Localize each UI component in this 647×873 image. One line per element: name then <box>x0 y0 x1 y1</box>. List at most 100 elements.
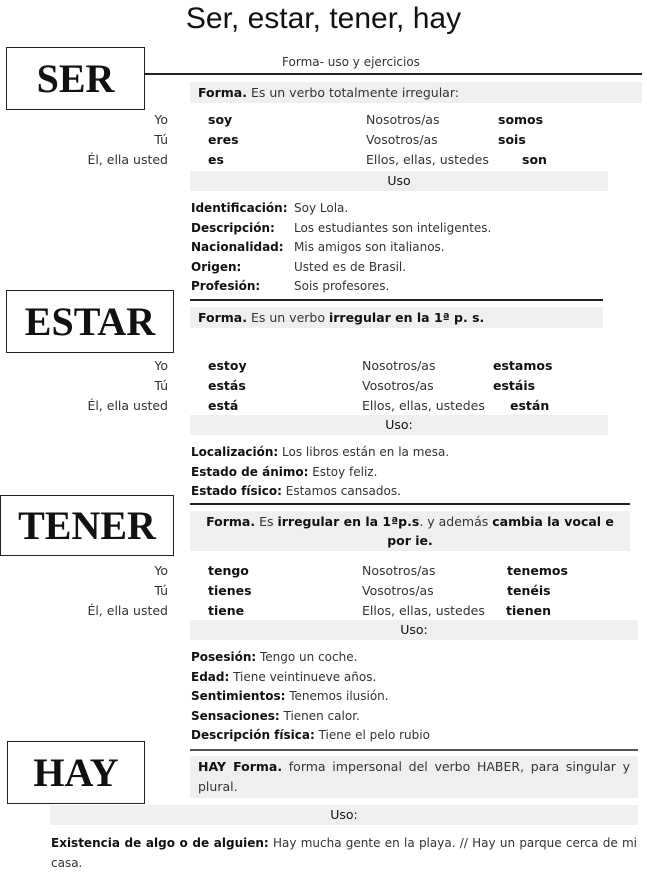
verb-form-plural: somos <box>498 112 544 127</box>
uso-item: Estado físico: Estamos cansados. <box>191 482 611 502</box>
uso-example: Tiene el pelo rubio <box>314 728 430 742</box>
verb-box-tener: TENER <box>0 495 174 556</box>
conjugation-row: Él, ella usted tiene Ellos, ellas, usted… <box>0 601 647 620</box>
uso-item: Existencia de algo o de alguien: Hay muc… <box>51 833 637 873</box>
conjugation-row: Tú tienes Vosotros/as tenéis <box>0 581 647 600</box>
uso-label: Edad: <box>191 669 230 684</box>
uso-list-tener: Posesión: Tengo un coche. Edad: Tiene ve… <box>191 648 631 746</box>
uso-example: Estamos cansados. <box>281 484 401 498</box>
verb-label-tener: TENER <box>18 503 156 548</box>
uso-label: Estado físico: <box>191 484 282 498</box>
uso-label: Identificación: <box>191 201 288 215</box>
uso-example: Soy Lola. <box>294 201 349 215</box>
conjugation-row: Tú eres Vosotros/as sois <box>0 130 647 149</box>
uso-list-ser: Identificación: Soy Lola. Descripción: Los… <box>191 199 611 297</box>
verb-form: soy <box>208 112 233 127</box>
verb-form: tiene <box>208 603 245 618</box>
uso-item: Sentimientos: Tenemos ilusión. <box>191 687 631 707</box>
pronoun-plural: Ellos, ellas, ustedes <box>366 152 489 167</box>
verb-form: estás <box>208 378 246 393</box>
pronoun: Tú <box>154 378 168 393</box>
pronoun: Tú <box>154 583 168 598</box>
pronoun: Él, ella usted <box>87 152 168 167</box>
forma-text: Es <box>255 514 278 529</box>
uso-item: Nacionalidad: Mis amigos son italianos. <box>191 238 611 258</box>
verb-label-hay: HAY <box>33 750 119 795</box>
forma-band-tener: Forma. Es irregular en la 1ªp.s. y ademá… <box>190 511 630 551</box>
conjugation-row: Tú estás Vosotros/as estáis <box>0 376 647 395</box>
verb-form-plural: están <box>510 398 550 413</box>
forma-band-estar: Forma. Es un verbo irregular en la 1ª p.… <box>190 307 603 328</box>
uso-band-estar: Uso: <box>190 415 608 435</box>
uso-label: Sensaciones: <box>191 708 280 723</box>
uso-example: Estoy feliz. <box>308 464 378 479</box>
uso-band-tener: Uso: <box>190 620 638 640</box>
section-divider <box>190 299 603 301</box>
verb-form: eres <box>208 132 239 147</box>
pronoun-plural: Ellos, ellas, ustedes <box>362 603 485 618</box>
verb-form: tienes <box>208 583 252 598</box>
uso-example: Tenemos ilusión. <box>285 689 389 703</box>
uso-label: Profesión: <box>191 279 261 293</box>
uso-example: Usted es de Brasil. <box>294 259 407 274</box>
conjugation-row: Yo estoy Nosotros/as estamos <box>0 356 647 375</box>
uso-band-hay: Uso: <box>50 805 638 825</box>
uso-label: Uso <box>387 173 411 188</box>
forma-text: Es un verbo totalmente irregular: <box>247 85 459 100</box>
uso-label: Origen: <box>191 259 242 274</box>
uso-label: Existencia de algo o de alguien: <box>51 836 269 850</box>
pronoun-plural: Nosotros/as <box>366 112 440 127</box>
forma-bold: irregular en la 1ª p. s. <box>328 310 485 325</box>
pronoun-plural: Vosotros/as <box>366 132 438 147</box>
forma-label: Forma. <box>198 85 247 100</box>
verb-label-estar: ESTAR <box>24 299 156 344</box>
verb-box-hay: HAY <box>7 741 145 804</box>
verb-box-ser: SER <box>6 47 145 110</box>
uso-list-estar: Localización: Los libros están en la mes… <box>191 443 611 502</box>
uso-band-ser: Uso <box>190 171 608 191</box>
uso-item: Posesión: Tengo un coche. <box>191 648 631 668</box>
verb-box-estar: ESTAR <box>6 290 174 353</box>
uso-label: Descripción: <box>191 220 275 235</box>
pronoun: Él, ella usted <box>87 398 168 413</box>
pronoun-plural: Ellos, ellas, ustedes <box>362 398 485 413</box>
page-title: Ser, estar, tener, hay <box>185 2 462 35</box>
pronoun-plural: Nosotros/as <box>362 563 436 578</box>
uso-item: Descripción física: Tiene el pelo rubio <box>191 726 631 746</box>
uso-item: Origen: Usted es de Brasil. <box>191 258 611 278</box>
verb-form: está <box>208 398 239 413</box>
section-divider <box>190 749 638 751</box>
uso-label: Uso: <box>385 417 413 432</box>
uso-label: Nacionalidad: <box>191 240 284 254</box>
verb-form-plural: tenéis <box>507 583 551 598</box>
verb-form-plural: tenemos <box>507 563 568 578</box>
uso-example: Tiene veintinueve años. <box>229 669 377 684</box>
conjugation-table-tener: Yo tengo Nosotros/as tenemos Tú tienes V… <box>0 561 647 621</box>
forma-band-hay: HAY Forma. forma impersonal del verbo HA… <box>190 756 638 798</box>
uso-example: Sois profesores. <box>294 279 390 293</box>
pronoun: Yo <box>154 358 168 373</box>
pronoun: Él, ella usted <box>87 603 168 618</box>
verb-form-plural: sois <box>498 132 526 147</box>
verb-form-plural: estamos <box>493 358 553 373</box>
conjugation-row: Yo soy Nosotros/as somos <box>0 110 647 129</box>
forma-band-ser: Forma. Es un verbo totalmente irregular: <box>190 82 642 103</box>
forma-text: . y además <box>419 514 493 529</box>
uso-item: Localización: Los libros están en la mes… <box>191 443 611 463</box>
forma-label: HAY Forma. <box>198 759 283 774</box>
conjugation-row: Él, ella usted está Ellos, ellas, ustede… <box>0 396 647 415</box>
uso-item: Estado de ánimo: Estoy feliz. <box>191 463 611 483</box>
section-divider <box>190 503 630 505</box>
section-divider <box>145 73 642 75</box>
uso-example: Los estudiantes son inteligentes. <box>294 220 492 235</box>
verb-form-plural: tienen <box>506 603 552 618</box>
forma-text: Es un verbo <box>247 310 329 325</box>
conjugation-row: Yo tengo Nosotros/as tenemos <box>0 561 647 580</box>
uso-label: Descripción física: <box>191 728 315 742</box>
pronoun: Yo <box>154 112 168 127</box>
conjugation-row: Él, ella usted es Ellos, ellas, ustedes … <box>0 150 647 169</box>
verb-form-plural: son <box>522 152 547 167</box>
uso-item: Profesión: Sois profesores. <box>191 277 611 297</box>
uso-label: Uso: <box>330 807 358 822</box>
pronoun-plural: Vosotros/as <box>362 378 434 393</box>
